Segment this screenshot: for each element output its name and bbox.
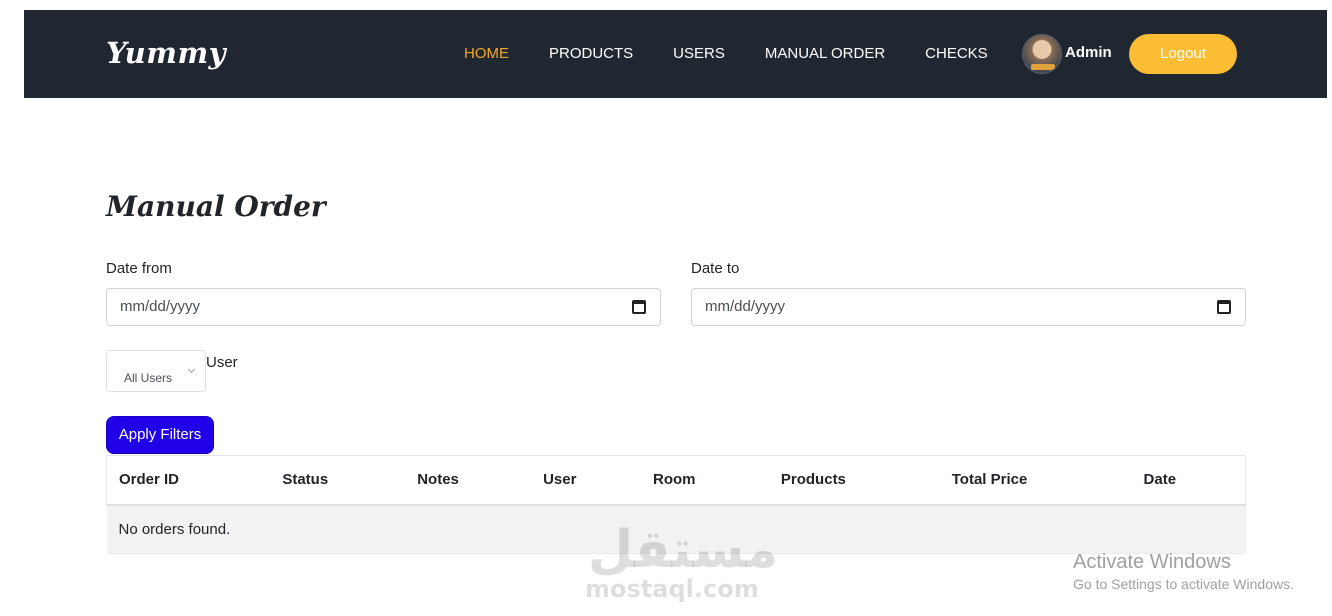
column-header-date: Date (1131, 455, 1246, 506)
column-header-user: User (531, 455, 641, 506)
nav-link-home[interactable]: HOME (464, 45, 509, 63)
admin-name: Admin (1065, 44, 1112, 61)
nav-link-manual-order[interactable]: MANUAL ORDER (765, 45, 885, 63)
user-select[interactable]: All Users (106, 350, 206, 392)
activate-windows-subtitle: Go to Settings to activate Windows. (1073, 576, 1294, 592)
column-header-products: Products (768, 455, 940, 506)
chevron-down-icon (187, 365, 196, 374)
date-to-label: Date to (691, 260, 740, 277)
nav-links: HOME PRODUCTS USERS MANUAL ORDER CHECKS (464, 45, 1028, 63)
column-header-order-id: Order ID (106, 455, 271, 506)
date-from-input[interactable]: mm/dd/yyyy (106, 288, 661, 326)
date-from-label: Date from (106, 260, 172, 277)
top-navbar: Yummy HOME PRODUCTS USERS MANUAL ORDER C… (24, 10, 1327, 98)
user-label: User (206, 354, 238, 371)
column-header-room: Room (641, 455, 769, 506)
table-header-row: Order ID Status Notes User Room Products… (106, 455, 1246, 506)
date-to-input[interactable]: mm/dd/yyyy (691, 288, 1246, 326)
calendar-icon[interactable] (1217, 300, 1231, 314)
watermark-arabic: مستقل (588, 520, 779, 580)
watermark-latin: mostaql.com (585, 575, 759, 603)
activate-windows-title: Activate Windows (1073, 551, 1231, 573)
nav-link-checks[interactable]: CHECKS (925, 45, 988, 63)
column-header-status: Status (270, 455, 406, 506)
date-from-placeholder: mm/dd/yyyy (120, 298, 201, 315)
admin-avatar[interactable] (1022, 34, 1062, 74)
column-header-total-price: Total Price (939, 455, 1132, 506)
nav-link-users[interactable]: USERS (673, 45, 725, 63)
user-select-value: All Users (124, 371, 173, 385)
logout-button[interactable]: Logout (1129, 34, 1237, 74)
calendar-icon[interactable] (632, 300, 646, 314)
column-header-notes: Notes (405, 455, 532, 506)
avatar-badge (1031, 64, 1055, 70)
nav-link-products[interactable]: PRODUCTS (549, 45, 633, 63)
apply-filters-button[interactable]: Apply Filters (106, 416, 214, 454)
date-to-placeholder: mm/dd/yyyy (705, 298, 786, 315)
brand-logo[interactable]: Yummy (106, 36, 226, 70)
page-title: Manual Order (106, 190, 326, 223)
